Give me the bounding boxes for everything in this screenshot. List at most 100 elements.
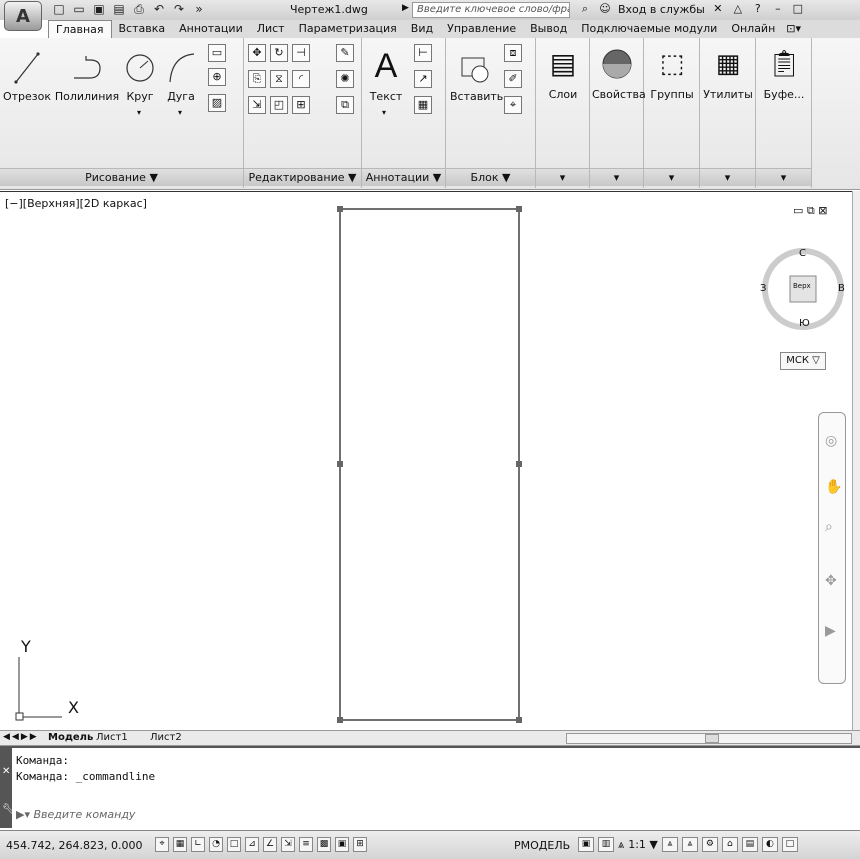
polar-icon[interactable]: ◔ bbox=[209, 837, 223, 852]
help-icon[interactable]: ? bbox=[751, 2, 765, 16]
close-icon[interactable]: ⊠ bbox=[818, 204, 827, 217]
snap-icon[interactable]: ⌖ bbox=[155, 837, 169, 852]
properties-button[interactable]: Свойства bbox=[592, 44, 646, 101]
utilities-button[interactable]: ▦ Утилиты bbox=[702, 44, 754, 101]
clipboard-panel-title[interactable]: ▾ bbox=[756, 168, 811, 186]
save-as-icon[interactable]: ▤ bbox=[112, 2, 126, 16]
tab-model[interactable]: Модель bbox=[48, 732, 93, 743]
tab-sheet1[interactable]: Лист1 bbox=[96, 732, 128, 743]
tab-output[interactable]: Вывод bbox=[523, 20, 574, 38]
isolate-objects-icon[interactable]: ◐ bbox=[761, 837, 778, 852]
tab-insert[interactable]: Вставка bbox=[112, 20, 173, 38]
zoom-icon[interactable]: ⌕ bbox=[825, 519, 833, 535]
groups-panel-title[interactable]: ▾ bbox=[644, 168, 699, 186]
rectangle-icon[interactable]: ▭ bbox=[208, 44, 226, 62]
explode-icon[interactable]: ✺ bbox=[336, 70, 354, 88]
copy-icon[interactable]: ⎘ bbox=[248, 70, 266, 88]
layout-nav-arrows-icon[interactable]: ◀◀▶▶ bbox=[3, 732, 39, 742]
tab-plugins[interactable]: Подключаемые модули bbox=[574, 20, 724, 38]
tab-layout[interactable]: Лист bbox=[250, 20, 292, 38]
annotation-scale-icon[interactable]: ⩓ bbox=[618, 838, 624, 852]
ducs-icon[interactable]: ∠ bbox=[263, 837, 277, 852]
array-icon[interactable]: ⊞ bbox=[292, 96, 310, 114]
dimension-icon[interactable]: ⊢ bbox=[414, 44, 432, 62]
steering-wheel-icon[interactable]: ◎ bbox=[825, 433, 837, 449]
ucs-menu[interactable]: МСК ▽ bbox=[780, 352, 826, 370]
more-icon[interactable]: » bbox=[192, 2, 206, 16]
showmotion-icon[interactable]: ▶ bbox=[825, 623, 836, 639]
annotation-panel-title[interactable]: Аннотации ▼ bbox=[362, 168, 445, 186]
quick-view-drawings-icon[interactable]: ▥ bbox=[598, 837, 614, 852]
drawn-rectangle[interactable] bbox=[339, 208, 520, 721]
tab-view[interactable]: Вид bbox=[404, 20, 440, 38]
auto-scale-icon[interactable]: ⩓ bbox=[681, 837, 698, 852]
layers-panel-title[interactable]: ▾ bbox=[536, 168, 589, 186]
sc-icon[interactable]: ⊞ bbox=[353, 837, 367, 852]
restore-icon[interactable]: □ bbox=[791, 2, 805, 16]
tab-annotate[interactable]: Аннотации bbox=[172, 20, 250, 38]
quick-view-layouts-icon[interactable]: ▣ bbox=[578, 837, 594, 852]
utilities-panel-title[interactable]: ▾ bbox=[700, 168, 755, 186]
compass-east[interactable]: В bbox=[838, 283, 845, 294]
compass-north[interactable]: С bbox=[799, 248, 806, 259]
plot-icon[interactable]: ⎙ bbox=[132, 2, 146, 16]
drawing-area[interactable]: [−][Верхняя][2D каркас] Y X ▭ ⧉ ⊠ Верх С… bbox=[0, 191, 852, 730]
exchange-icon[interactable]: ✕ bbox=[711, 2, 725, 16]
insert-button[interactable]: Вставить bbox=[450, 50, 503, 103]
offset-icon[interactable]: ⧉ bbox=[336, 96, 354, 114]
workspace-icon[interactable]: ⚙ bbox=[701, 837, 718, 852]
search-input[interactable]: Введите ключевое слово/фразу bbox=[412, 2, 570, 18]
attribute-icon[interactable]: ⌖ bbox=[504, 96, 522, 114]
stretch-icon[interactable]: ⇲ bbox=[248, 96, 266, 114]
tab-home[interactable]: Главная bbox=[48, 20, 112, 38]
tab-online[interactable]: Онлайн bbox=[724, 20, 782, 38]
scrollbar-thumb[interactable] bbox=[705, 734, 719, 743]
horizontal-scrollbar[interactable] bbox=[566, 733, 852, 744]
table-icon[interactable]: ▦ bbox=[414, 96, 432, 114]
block-panel-title[interactable]: Блок ▼ bbox=[446, 168, 535, 186]
osnap-icon[interactable]: □ bbox=[227, 837, 241, 852]
qp-icon[interactable]: ▣ bbox=[335, 837, 349, 852]
rotate-icon[interactable]: ↻ bbox=[270, 44, 288, 62]
tab-manage[interactable]: Управление bbox=[440, 20, 523, 38]
create-block-icon[interactable]: ⧈ bbox=[504, 44, 522, 62]
autodesk-icon[interactable]: △ bbox=[731, 2, 745, 16]
leader-icon[interactable]: ↗ bbox=[414, 70, 432, 88]
redo-icon[interactable]: ↷ bbox=[172, 2, 186, 16]
chevron-down-icon[interactable]: ▾ bbox=[178, 108, 182, 117]
line-button[interactable]: Отрезок bbox=[2, 50, 52, 103]
signin-button[interactable]: Вход в службы bbox=[618, 3, 705, 16]
compass-south[interactable]: Ю bbox=[799, 318, 810, 329]
polyline-button[interactable]: Полилиния bbox=[54, 50, 120, 103]
wrench-icon[interactable]: 🔧︎ bbox=[2, 804, 15, 815]
text-button[interactable]: A Текст ▾ bbox=[366, 46, 406, 117]
tab-sheet2[interactable]: Лист2 bbox=[150, 732, 182, 743]
tab-parametric[interactable]: Параметризация bbox=[292, 20, 404, 38]
grid-icon[interactable]: ▦ bbox=[173, 837, 187, 852]
viewcube[interactable]: Верх С Ю З В bbox=[758, 244, 848, 334]
application-menu-button[interactable]: A bbox=[4, 1, 42, 31]
layers-button[interactable]: ▤ Слои bbox=[538, 44, 588, 101]
minimize-icon[interactable]: ▭ bbox=[793, 204, 803, 217]
groups-button[interactable]: ⬚ Группы bbox=[646, 44, 698, 101]
minimize-icon[interactable]: – bbox=[771, 2, 785, 16]
chevron-down-icon[interactable]: ▾ bbox=[382, 108, 386, 117]
chevron-down-icon[interactable]: ▾ bbox=[137, 108, 141, 117]
properties-panel-title[interactable]: ▾ bbox=[590, 168, 643, 186]
viewcube-top-face[interactable]: Верх bbox=[793, 282, 811, 290]
dyn-icon[interactable]: ⇲ bbox=[281, 837, 295, 852]
save-icon[interactable]: ▣ bbox=[92, 2, 106, 16]
orbit-icon[interactable]: ✥ bbox=[825, 573, 837, 589]
binoculars-icon[interactable]: ⌕ bbox=[578, 2, 592, 16]
ribbon-minimize-button[interactable]: ⊡▾ bbox=[782, 20, 805, 38]
close-icon[interactable]: ✕ bbox=[2, 766, 10, 777]
pan-icon[interactable]: ✋ bbox=[825, 479, 842, 495]
circle-button[interactable]: Круг ▾ bbox=[120, 50, 160, 117]
scale-icon[interactable]: ◰ bbox=[270, 96, 288, 114]
compass-west[interactable]: З bbox=[760, 283, 766, 294]
hatch-icon[interactable]: ⊕ bbox=[208, 68, 226, 86]
clean-screen-icon[interactable]: □ bbox=[781, 837, 798, 852]
lock-icon[interactable]: ⌂ bbox=[721, 837, 738, 852]
open-icon[interactable]: ▭ bbox=[72, 2, 86, 16]
model-space-toggle[interactable]: РМОДЕЛЬ bbox=[514, 839, 570, 852]
